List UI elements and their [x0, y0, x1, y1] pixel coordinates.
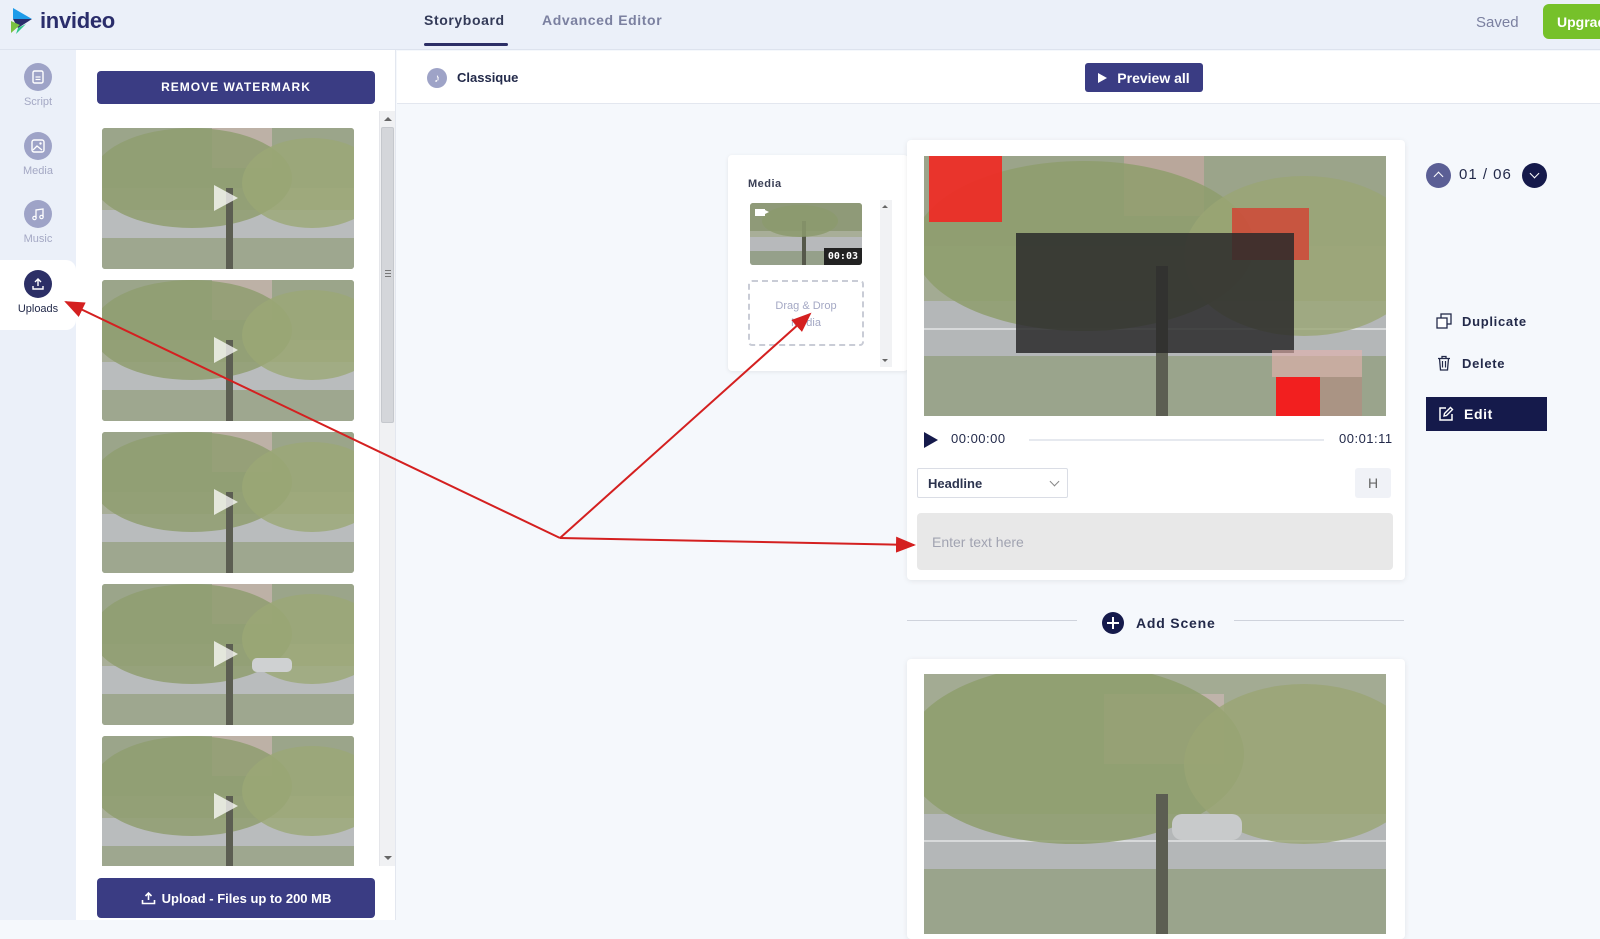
- edit-icon: [1439, 406, 1454, 421]
- scene-counter: 01 / 06: [1459, 166, 1512, 183]
- chevron-down-icon: [1529, 168, 1540, 179]
- edit-label: Edit: [1464, 406, 1493, 422]
- rail-item-music[interactable]: Music: [0, 200, 76, 245]
- scene-video-frame: [924, 674, 1386, 934]
- app-logo[interactable]: invideo: [10, 6, 115, 36]
- upgrade-button[interactable]: Upgrade: [1543, 4, 1600, 39]
- add-scene-button[interactable]: Add Scene: [1102, 612, 1216, 634]
- edit-button[interactable]: Edit: [1426, 397, 1547, 431]
- total-time: 00:01:11: [1339, 431, 1393, 446]
- play-icon: [214, 337, 238, 363]
- plus-icon: [1102, 612, 1124, 634]
- trash-icon: [1438, 355, 1450, 371]
- storyboard-header: ♪ Classique Preview all: [397, 51, 1600, 104]
- music-note-icon: ♪: [427, 68, 447, 88]
- car: [1172, 814, 1242, 840]
- play-icon: [214, 489, 238, 515]
- upload-thumbnail[interactable]: [102, 128, 354, 269]
- text-style-value: Headline: [928, 476, 983, 491]
- text-style-select[interactable]: Headline: [917, 468, 1068, 498]
- clip-duration: 00:03: [823, 248, 862, 265]
- remove-watermark-button[interactable]: REMOVE WATERMARK: [97, 71, 375, 104]
- play-icon: [214, 793, 238, 819]
- top-bar: invideo Storyboard Advanced Editor Saved…: [0, 0, 1600, 50]
- scene-player: 00:00:00 00:01:11: [924, 429, 1394, 449]
- rail-item-script[interactable]: Script: [0, 63, 76, 108]
- media-popup-title: Media: [748, 178, 782, 190]
- upload-thumbnail[interactable]: [102, 736, 354, 866]
- timeline-scrubber[interactable]: [1029, 439, 1324, 441]
- app-name: invideo: [40, 8, 115, 33]
- divider-right: [1234, 620, 1404, 621]
- scene-preview[interactable]: [924, 674, 1386, 934]
- play-icon[interactable]: [924, 432, 938, 448]
- rail-item-uploads[interactable]: Uploads: [0, 270, 76, 315]
- scene-card: 00:00:00 00:01:11 Headline H: [907, 140, 1405, 580]
- uploads-list: [102, 128, 354, 866]
- play-icon: [214, 185, 238, 211]
- scene-card: [907, 659, 1405, 939]
- dropzone-text: Media: [791, 317, 821, 329]
- previous-scene-button[interactable]: [1426, 163, 1451, 188]
- upload-thumbnail[interactable]: [102, 432, 354, 573]
- add-scene-label: Add Scene: [1136, 615, 1216, 631]
- image-icon: [24, 132, 52, 160]
- preview-all-label: Preview all: [1117, 69, 1190, 86]
- music-track-name[interactable]: Classique: [457, 70, 518, 85]
- scene-media-popup: Media 00:03 Drag & Drop Media: [728, 155, 908, 371]
- divider-left: [907, 620, 1077, 621]
- upload-icon: [24, 270, 52, 298]
- video-camera-icon: [755, 209, 769, 216]
- play-icon: [1098, 72, 1108, 83]
- heading-button[interactable]: H: [1355, 468, 1391, 498]
- scrollbar-thumb[interactable]: [381, 127, 394, 423]
- scroll-down-arrow-icon[interactable]: [882, 359, 888, 362]
- scroll-up-arrow-icon[interactable]: [882, 205, 888, 208]
- delete-button[interactable]: Delete: [1436, 355, 1505, 371]
- media-dropzone[interactable]: Drag & Drop Media: [748, 280, 864, 346]
- current-time: 00:00:00: [951, 431, 1006, 446]
- tab-advanced-editor[interactable]: Advanced Editor: [542, 12, 662, 28]
- upload-icon: [141, 891, 155, 905]
- next-scene-button[interactable]: [1522, 163, 1547, 188]
- invideo-logo-icon: [11, 8, 32, 34]
- rail-label: Script: [23, 96, 53, 108]
- grip-icon: [385, 270, 391, 277]
- scroll-up-arrow-icon[interactable]: [384, 117, 392, 121]
- scene-text-input[interactable]: [917, 513, 1393, 570]
- scene-video-frame: [924, 156, 1386, 416]
- media-popup-scrollbar[interactable]: [880, 200, 892, 367]
- rail-item-media[interactable]: Media: [0, 132, 76, 177]
- dropzone-text: Drag & Drop: [775, 300, 837, 312]
- play-icon: [214, 641, 238, 667]
- upload-thumbnail[interactable]: [102, 584, 354, 725]
- rail-label: Media: [23, 165, 53, 177]
- active-tab-indicator: [424, 43, 508, 46]
- tab-storyboard[interactable]: Storyboard: [424, 12, 505, 28]
- chevron-up-icon: [1433, 171, 1444, 182]
- scroll-down-arrow-icon[interactable]: [384, 856, 392, 860]
- upload-button-label: Upload - Files up to 200 MB: [161, 890, 332, 906]
- delete-label: Delete: [1462, 355, 1506, 371]
- save-status: Saved: [1476, 14, 1519, 31]
- scene-preview[interactable]: [924, 156, 1386, 416]
- duplicate-icon: [1436, 313, 1452, 329]
- rail-label: Uploads: [17, 303, 59, 315]
- upload-button[interactable]: Upload - Files up to 200 MB: [97, 878, 375, 918]
- duplicate-label: Duplicate: [1462, 313, 1527, 329]
- media-clip-thumbnail[interactable]: 00:03: [750, 203, 862, 265]
- chevron-down-icon: [1049, 476, 1060, 487]
- uploads-scrollbar[interactable]: [379, 111, 395, 866]
- upload-thumbnail[interactable]: [102, 280, 354, 421]
- document-icon: [24, 63, 52, 91]
- music-note-icon: [24, 200, 52, 228]
- arrow-to-text-input: [559, 536, 916, 553]
- rail-label: Music: [23, 233, 53, 245]
- duplicate-button[interactable]: Duplicate: [1436, 313, 1527, 329]
- left-rail: [0, 50, 76, 920]
- preview-all-button[interactable]: Preview all: [1085, 63, 1203, 92]
